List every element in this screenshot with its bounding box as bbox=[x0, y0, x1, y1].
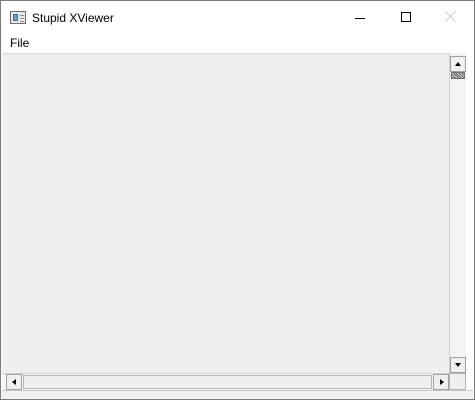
horizontal-scroll-thumb[interactable] bbox=[23, 375, 432, 389]
title-bar[interactable]: Stupid XViewer bbox=[1, 1, 474, 34]
scrollbar-corner bbox=[449, 373, 466, 390]
vertical-scroll-thumb[interactable] bbox=[451, 72, 465, 79]
viewer-canvas[interactable] bbox=[2, 53, 449, 373]
scroll-right-button[interactable] bbox=[433, 374, 449, 390]
scroll-left-button[interactable] bbox=[6, 374, 22, 390]
maximize-button[interactable] bbox=[383, 1, 429, 33]
minimize-icon bbox=[355, 18, 365, 19]
scroll-down-button[interactable] bbox=[450, 357, 466, 373]
window-title: Stupid XViewer bbox=[32, 11, 114, 25]
close-icon bbox=[444, 10, 458, 24]
horizontal-scrollbar[interactable] bbox=[2, 373, 449, 390]
maximize-icon bbox=[401, 12, 411, 22]
menu-bar: File bbox=[1, 34, 474, 53]
bottom-frame-strip bbox=[2, 390, 473, 399]
main-window: Stupid XViewer File bbox=[0, 0, 475, 400]
vertical-scrollbar[interactable] bbox=[449, 53, 466, 373]
close-button[interactable] bbox=[428, 1, 474, 33]
app-window-icon[interactable] bbox=[10, 11, 26, 24]
menu-item-file[interactable]: File bbox=[4, 35, 35, 52]
scroll-up-button[interactable] bbox=[450, 56, 466, 72]
minimize-button[interactable] bbox=[337, 1, 383, 33]
